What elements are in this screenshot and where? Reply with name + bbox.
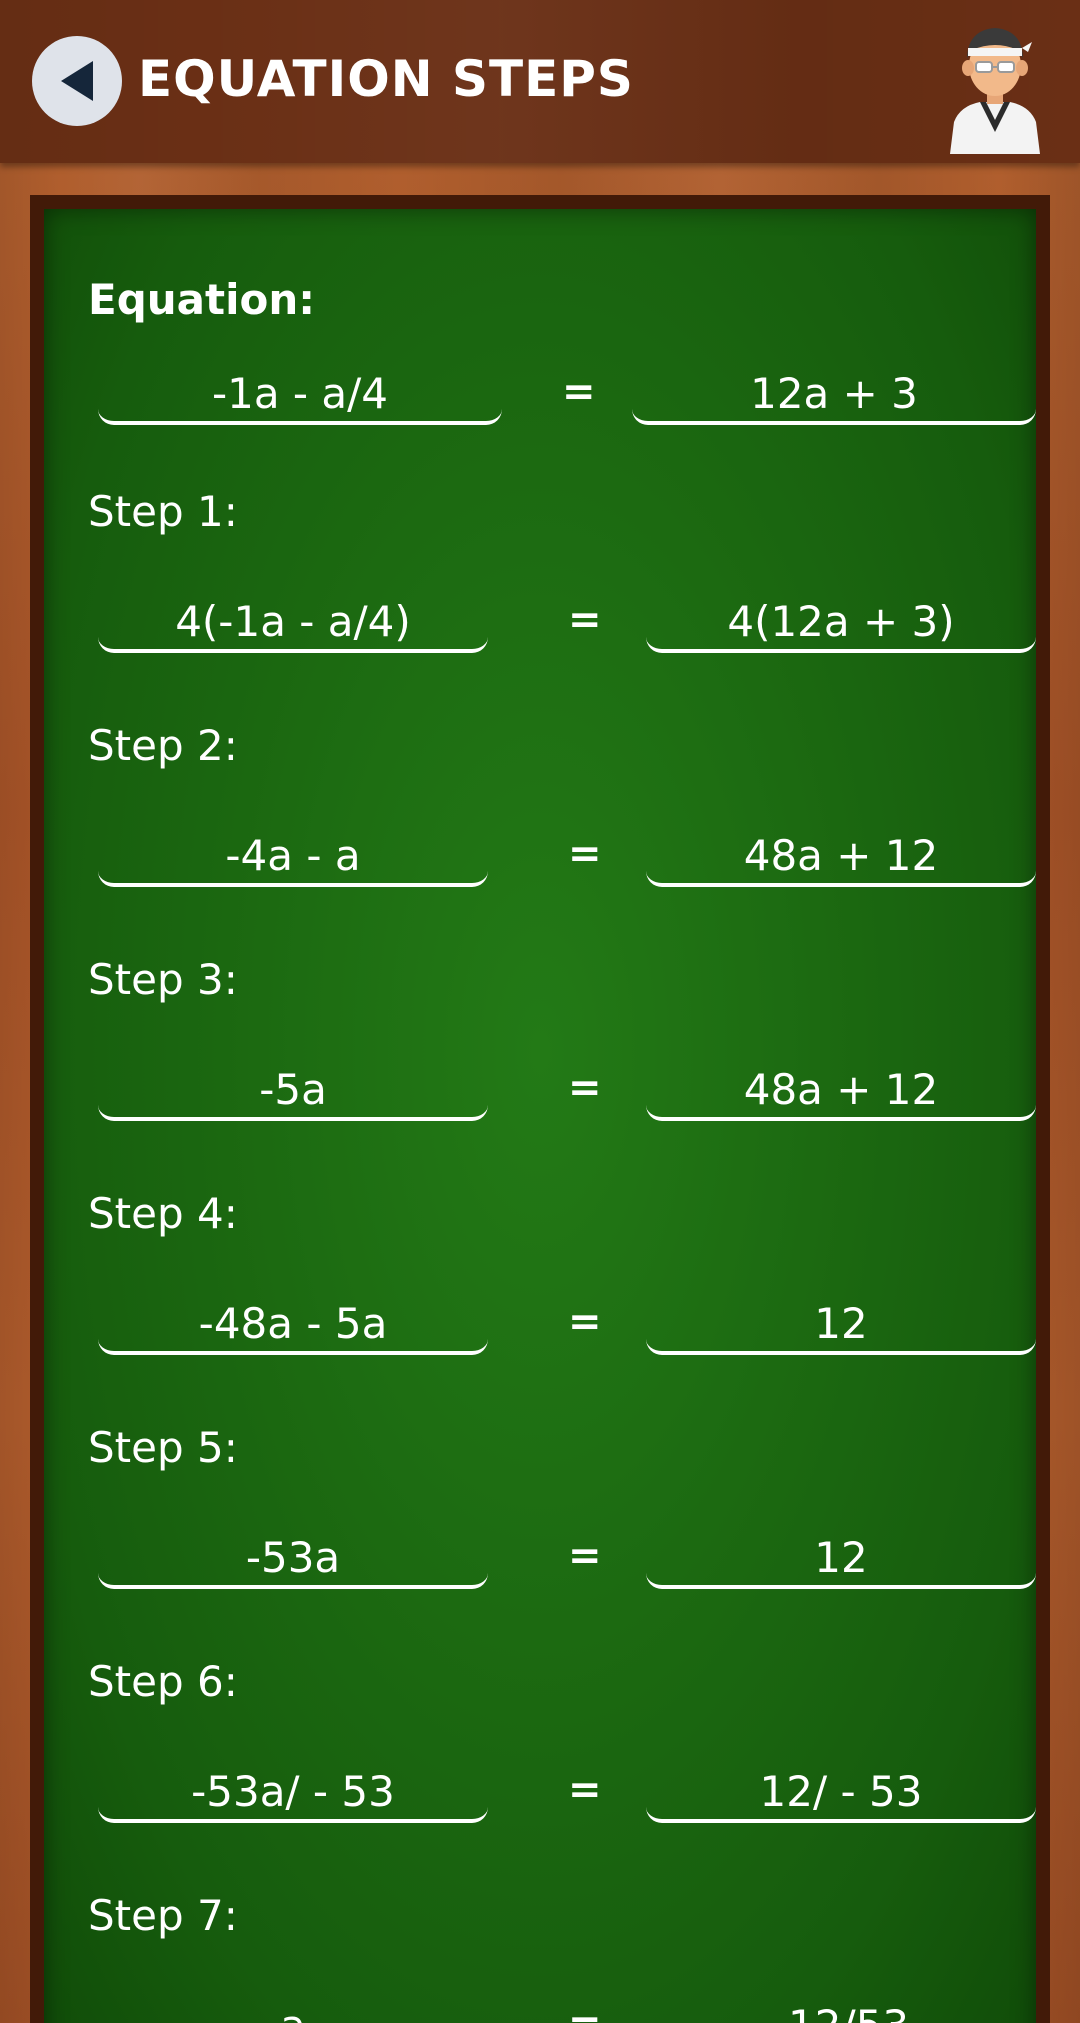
equals-sign: =: [568, 1299, 602, 1345]
header-bar: EQUATION STEPS: [0, 0, 1080, 163]
equals-sign: =: [568, 1767, 602, 1813]
step-label: Step 6:: [88, 1657, 238, 1706]
step-label: Step 4:: [88, 1189, 238, 1238]
step-left: -5a: [98, 1061, 488, 1121]
step-left: -48a - 5a: [98, 1295, 488, 1355]
back-button[interactable]: [32, 36, 122, 126]
step-left: -53a/ - 53: [98, 1763, 488, 1823]
step-row: a = -12/53: [98, 1997, 1002, 2023]
step-row: -53a = 12: [98, 1529, 1036, 1589]
step-label: Step 3:: [88, 955, 238, 1004]
step-label: Step 7:: [88, 1891, 238, 1940]
step-left: -4a - a: [98, 827, 488, 887]
equation-left: -1a - a/4: [98, 365, 502, 425]
step-right: 48a + 12: [646, 827, 1036, 887]
step-right: 48a + 12: [646, 1061, 1036, 1121]
equals-sign: =: [568, 597, 602, 643]
step-label: Step 5:: [88, 1423, 238, 1472]
step-row: -5a = 48a + 12: [98, 1061, 1036, 1121]
step-label: Step 2:: [88, 721, 238, 770]
step-row: -48a - 5a = 12: [98, 1295, 1036, 1355]
step-right: 12: [646, 1529, 1036, 1589]
equals-sign: =: [568, 2001, 602, 2023]
equals-sign: =: [568, 831, 602, 877]
step-right: 12: [646, 1295, 1036, 1355]
step-right: 4(12a + 3): [646, 593, 1036, 653]
equation-right: 12a + 3: [632, 365, 1036, 425]
step-left: 4(-1a - a/4): [98, 593, 488, 653]
step-row: -4a - a = 48a + 12: [98, 827, 1036, 887]
equals-sign: =: [562, 369, 596, 415]
step-row: 4(-1a - a/4) = 4(12a + 3): [98, 593, 1036, 653]
chalkboard-frame: Equation: -1a - a/4 = 12a + 3 Step 1: 4(…: [30, 195, 1050, 2023]
chalkboard: Equation: -1a - a/4 = 12a + 3 Step 1: 4(…: [44, 209, 1036, 2023]
step-label: Step 1:: [88, 487, 238, 536]
step-row: -53a/ - 53 = 12/ - 53: [98, 1763, 1036, 1823]
step-left: -53a: [98, 1529, 488, 1589]
step-right: 12/ - 53: [646, 1763, 1036, 1823]
page-title: EQUATION STEPS: [138, 50, 634, 108]
equals-sign: =: [568, 1533, 602, 1579]
equation-label: Equation:: [88, 275, 316, 324]
equation-row: -1a - a/4 = 12a + 3: [98, 365, 1036, 425]
equals-sign: =: [568, 1065, 602, 1111]
step-left: a: [98, 1997, 488, 2023]
step-right: -12/53: [646, 1997, 1036, 2023]
teacher-avatar-icon: [950, 28, 1040, 154]
back-arrow-icon: [61, 61, 93, 101]
